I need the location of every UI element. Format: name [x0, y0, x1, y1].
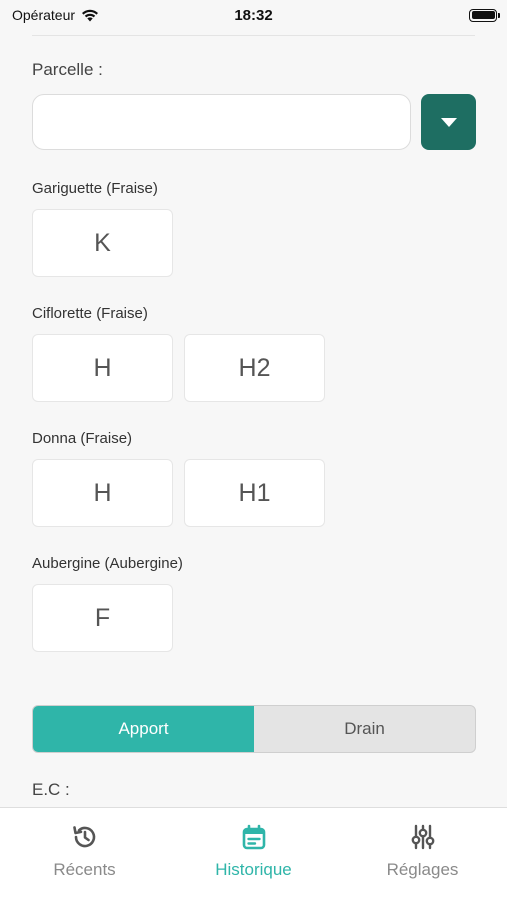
tab-bar: Récents Historique Réglages	[0, 807, 507, 900]
apport-drain-segmented-control: Apport Drain	[32, 705, 476, 753]
crop-chip[interactable]: H	[32, 334, 173, 402]
crop-chip[interactable]: H	[32, 459, 173, 527]
crop-group: Aubergine (Aubergine) F	[32, 555, 476, 652]
history-icon	[72, 826, 95, 848]
parcelle-label: Parcelle :	[32, 60, 103, 79]
tab-recents[interactable]: Récents	[0, 808, 169, 900]
caret-down-icon	[440, 117, 457, 127]
top-divider	[32, 35, 475, 36]
segment-drain[interactable]: Drain	[254, 706, 475, 752]
crop-chip[interactable]: H1	[184, 459, 325, 527]
crop-group: Gariguette (Fraise) K	[32, 180, 476, 277]
crop-title: Ciflorette (Fraise)	[32, 305, 148, 322]
crop-chips: H H2	[32, 334, 476, 402]
parcelle-dropdown-button[interactable]	[421, 94, 476, 150]
form-content: Parcelle : Gariguette (Fraise) K Ciflore…	[32, 60, 476, 652]
crop-chips: H H1	[32, 459, 476, 527]
crop-chips: F	[32, 584, 476, 652]
crop-title: Donna (Fraise)	[32, 430, 133, 447]
parcelle-input[interactable]	[32, 94, 411, 150]
tab-label: Réglages	[386, 860, 459, 879]
tab-historique[interactable]: Historique	[169, 808, 338, 900]
sliders-icon	[411, 824, 434, 850]
status-bar: Opérateur 18:32	[0, 0, 507, 30]
crop-title: Aubergine (Aubergine)	[32, 555, 183, 572]
tab-reglages[interactable]: Réglages	[338, 808, 507, 900]
crop-chips: K	[32, 209, 476, 277]
crop-group: Ciflorette (Fraise) H H2	[32, 305, 476, 402]
crop-chip[interactable]: H2	[184, 334, 325, 402]
status-left: Opérateur	[12, 7, 99, 23]
battery-icon	[469, 8, 500, 22]
crop-group: Donna (Fraise) H H1	[32, 430, 476, 527]
segment-apport[interactable]: Apport	[33, 706, 254, 752]
wifi-icon	[82, 9, 99, 21]
ec-label: E.C :	[32, 780, 70, 799]
calendar-icon	[242, 824, 265, 850]
crop-chip[interactable]: F	[32, 584, 173, 652]
parcelle-select-row	[32, 94, 476, 150]
tab-label: Récents	[53, 860, 116, 879]
crop-title: Gariguette (Fraise)	[32, 180, 158, 197]
crop-chip[interactable]: K	[32, 209, 173, 277]
carrier-name: Opérateur	[12, 7, 76, 23]
tab-label: Historique	[215, 860, 292, 879]
